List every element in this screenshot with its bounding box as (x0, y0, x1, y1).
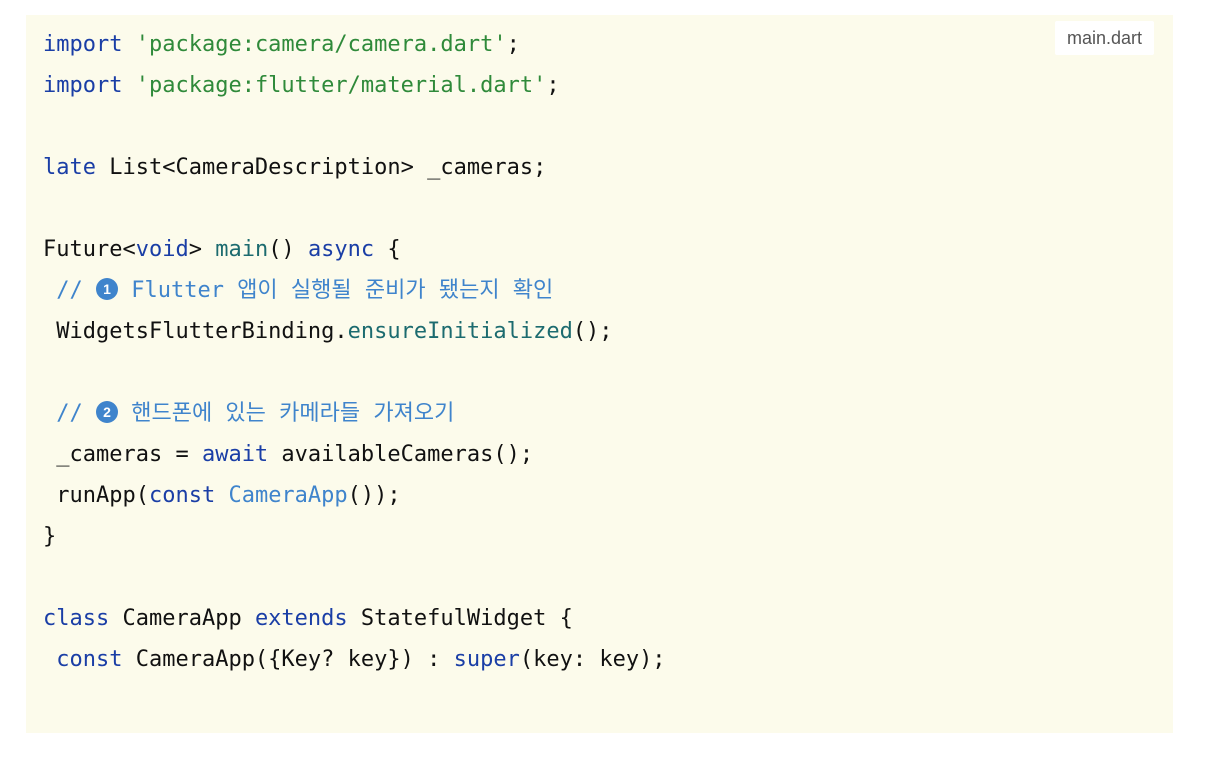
punctuation: ; (546, 73, 560, 98)
code-text: () (268, 237, 308, 262)
keyword: import (43, 32, 123, 57)
code-line: Future<void> main() async { (43, 229, 666, 270)
comment-text: Flutter 앱이 실행될 준비가 됐는지 확인 (117, 278, 554, 303)
code-text: StatefulWidget { (347, 606, 573, 631)
step-number-badge: 2 (95, 401, 118, 423)
file-name-label: main.dart (1055, 21, 1155, 55)
code-content[interactable]: import 'package:camera/camera.dart'; imp… (43, 24, 666, 680)
code-text: CameraApp({Key? key}) : (122, 647, 454, 672)
keyword: extends (254, 606, 348, 631)
keyword: void (135, 237, 189, 262)
code-line: late List<CameraDescription> _cameras; (43, 147, 666, 188)
code-text: runApp( (43, 483, 149, 508)
keyword: super (453, 647, 520, 672)
code-line: } (43, 516, 666, 557)
punctuation: ; (506, 32, 520, 57)
code-comment: // 1 Flutter 앱이 실행될 준비가 됐는지 확인 (43, 270, 666, 311)
step-number-badge: 1 (95, 278, 118, 300)
code-text: CameraApp (109, 606, 255, 631)
function-name: main (215, 237, 269, 262)
code-text: _cameras = (43, 442, 202, 467)
code-line: WidgetsFlutterBinding.ensureInitialized(… (43, 311, 666, 352)
keyword: async (307, 237, 375, 262)
code-comment: // 2 핸드폰에 있는 카메라들 가져오기 (43, 393, 666, 434)
comment-prefix: // (43, 401, 96, 426)
keyword: late (43, 155, 96, 180)
code-line: const CameraApp({Key? key}) : super(key:… (43, 639, 666, 680)
function-name: ensureInitialized (347, 319, 573, 344)
code-line: class CameraApp extends StatefulWidget { (43, 598, 666, 639)
code-text: WidgetsFlutterBinding. (43, 319, 348, 344)
string-literal: 'package:camera/camera.dart' (135, 32, 507, 57)
code-text: Future< (43, 237, 136, 262)
keyword: const (148, 483, 216, 508)
code-text: } (43, 524, 57, 549)
code-line: runApp(const CameraApp()); (43, 475, 666, 516)
string-literal: 'package:flutter/material.dart' (135, 73, 547, 98)
code-text: (); (572, 319, 613, 344)
keyword: await (201, 442, 269, 467)
code-text: (key: key); (519, 647, 666, 672)
code-line: _cameras = await availableCameras(); (43, 434, 666, 475)
code-text: List<CameraDescription> _cameras; (95, 155, 547, 180)
class-name: CameraApp (228, 483, 348, 508)
keyword: import (43, 73, 123, 98)
comment-prefix: // (43, 278, 96, 303)
code-text: availableCameras(); (268, 442, 534, 467)
code-text: { (374, 237, 401, 262)
keyword: class (43, 606, 110, 631)
code-text: ()); (347, 483, 401, 508)
code-line: import 'package:camera/camera.dart'; (43, 24, 666, 65)
code-line: import 'package:flutter/material.dart'; (43, 65, 666, 106)
code-text: > (188, 237, 216, 262)
keyword: const (56, 647, 123, 672)
comment-text: 핸드폰에 있는 카메라들 가져오기 (117, 401, 455, 426)
